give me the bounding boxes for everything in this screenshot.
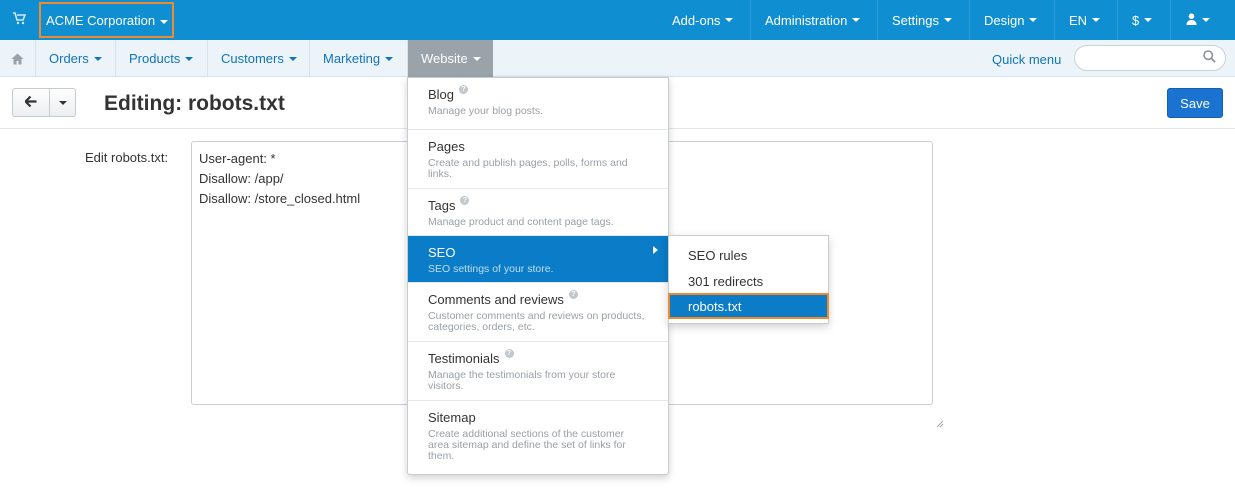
menu-item-pages-desc: Create and publish pages, polls, forms a… [428, 157, 628, 180]
topnav-design[interactable]: Design [969, 0, 1051, 40]
menu-item-tags[interactable]: Tags? Manage product and content page ta… [408, 189, 668, 236]
topnav-currency[interactable]: $ [1117, 0, 1166, 40]
menu-item-sitemap-title: Sitemap [428, 410, 476, 425]
menu-item-blog[interactable]: Blog? Manage your blog posts. [408, 78, 668, 130]
chevron-down-icon [472, 56, 481, 61]
company-name: ACME Corporation [46, 13, 156, 28]
info-icon: ? [460, 196, 470, 205]
submenu-item-robots-txt[interactable]: robots.txt [668, 293, 829, 319]
menu-item-sitemap-desc: Create additional sections of the custom… [428, 428, 626, 462]
nav-orders-label: Orders [49, 51, 89, 66]
robots-field-label: Edit robots.txt: [85, 150, 169, 165]
nav-marketing[interactable]: Marketing [309, 40, 406, 77]
save-button[interactable]: Save [1167, 88, 1223, 118]
nav-customers-label: Customers [221, 51, 284, 66]
chevron-down-icon [385, 56, 394, 61]
robots-textarea-content: User-agent: * Disallow: /app/ Disallow: … [199, 151, 361, 206]
user-icon [1186, 12, 1197, 28]
website-dropdown-menu: Blog? Manage your blog posts. Pages Crea… [407, 77, 669, 475]
chevron-down-icon [1029, 18, 1038, 22]
submenu-item-seo-rules[interactable]: SEO rules [669, 242, 828, 268]
chevron-down-icon [1202, 18, 1210, 22]
chevron-down-icon [58, 100, 67, 105]
topnav-addons-label: Add-ons [672, 12, 721, 28]
menu-item-comments[interactable]: Comments and reviews? Customer comments … [408, 283, 668, 342]
nav-orders[interactable]: Orders [35, 40, 115, 77]
chevron-down-icon [852, 18, 861, 22]
top-bar: ACME Corporation Add-ons Administration … [0, 0, 1235, 40]
arrow-left-icon [23, 95, 37, 110]
company-selector[interactable]: ACME Corporation [39, 2, 174, 38]
search-box [1074, 45, 1226, 71]
nav-products-label: Products [129, 51, 181, 66]
menu-item-tags-title: Tags [428, 198, 456, 213]
topnav-language-label: EN [1069, 12, 1088, 28]
menu-item-tags-desc: Manage product and content page tags. [428, 216, 614, 228]
nav-customers[interactable]: Customers [207, 40, 310, 77]
menu-item-seo[interactable]: SEO SEO settings of your store. [408, 236, 668, 283]
topnav-settings-label: Settings [892, 12, 939, 28]
menu-item-testimonials[interactable]: Testimonials? Manage the testimonials fr… [408, 342, 668, 401]
back-button[interactable] [12, 88, 50, 117]
topnav-currency-label: $ [1132, 12, 1140, 28]
topnav-design-label: Design [984, 12, 1025, 28]
home-icon[interactable] [0, 40, 35, 77]
menu-item-comments-title: Comments and reviews [428, 292, 564, 307]
info-icon: ? [568, 290, 578, 299]
menu-item-testimonials-desc: Manage the testimonials from your store … [428, 369, 616, 392]
menu-item-blog-title: Blog [428, 87, 455, 102]
nav-website[interactable]: Website [407, 40, 493, 77]
chevron-down-icon [725, 18, 734, 22]
quick-menu-link[interactable]: Quick menu [992, 52, 1061, 67]
search-input[interactable] [1085, 49, 1195, 67]
chevron-down-icon [1144, 18, 1153, 22]
chevron-down-icon [93, 56, 102, 61]
main-nav-bar: Orders Products Customers Marketing Webs… [0, 40, 1235, 77]
menu-item-sitemap[interactable]: Sitemap Create additional sections of th… [408, 401, 668, 474]
menu-item-seo-title: SEO [428, 245, 456, 260]
chevron-right-icon [653, 246, 658, 254]
menu-item-blog-desc: Manage your blog posts. [428, 105, 543, 117]
menu-item-pages[interactable]: Pages Create and publish pages, polls, f… [408, 130, 668, 189]
topnav-settings[interactable]: Settings [877, 0, 966, 40]
menu-item-testimonials-title: Testimonials [428, 351, 500, 366]
chevron-down-icon [1092, 18, 1101, 22]
history-dropdown-button[interactable] [49, 88, 76, 117]
topnav-addons[interactable]: Add-ons [658, 0, 747, 40]
seo-submenu: SEO rules 301 redirects robots.txt [668, 235, 829, 324]
topnav-administration-label: Administration [765, 12, 848, 28]
submenu-item-301-redirects[interactable]: 301 redirects [669, 268, 828, 294]
nav-products[interactable]: Products [115, 40, 206, 77]
menu-item-seo-desc: SEO settings of your store. [428, 263, 554, 275]
menu-item-pages-title: Pages [428, 139, 465, 154]
info-icon: ? [504, 349, 514, 358]
page-title: Editing: robots.txt [104, 92, 285, 115]
search-icon[interactable] [1203, 50, 1216, 66]
chevron-down-icon [160, 19, 169, 24]
topnav-language[interactable]: EN [1054, 0, 1114, 40]
chevron-down-icon [288, 56, 297, 61]
resize-handle-icon[interactable] [922, 394, 944, 428]
nav-website-label: Website [421, 51, 468, 66]
nav-marketing-label: Marketing [323, 51, 381, 66]
menu-item-comments-desc: Customer comments and reviews on product… [428, 310, 645, 333]
topnav-administration[interactable]: Administration [750, 0, 874, 40]
info-icon: ? [459, 85, 469, 94]
chevron-down-icon [185, 56, 194, 61]
chevron-down-icon [943, 18, 952, 22]
topnav-user[interactable] [1170, 0, 1232, 40]
cart-icon[interactable] [12, 11, 27, 25]
